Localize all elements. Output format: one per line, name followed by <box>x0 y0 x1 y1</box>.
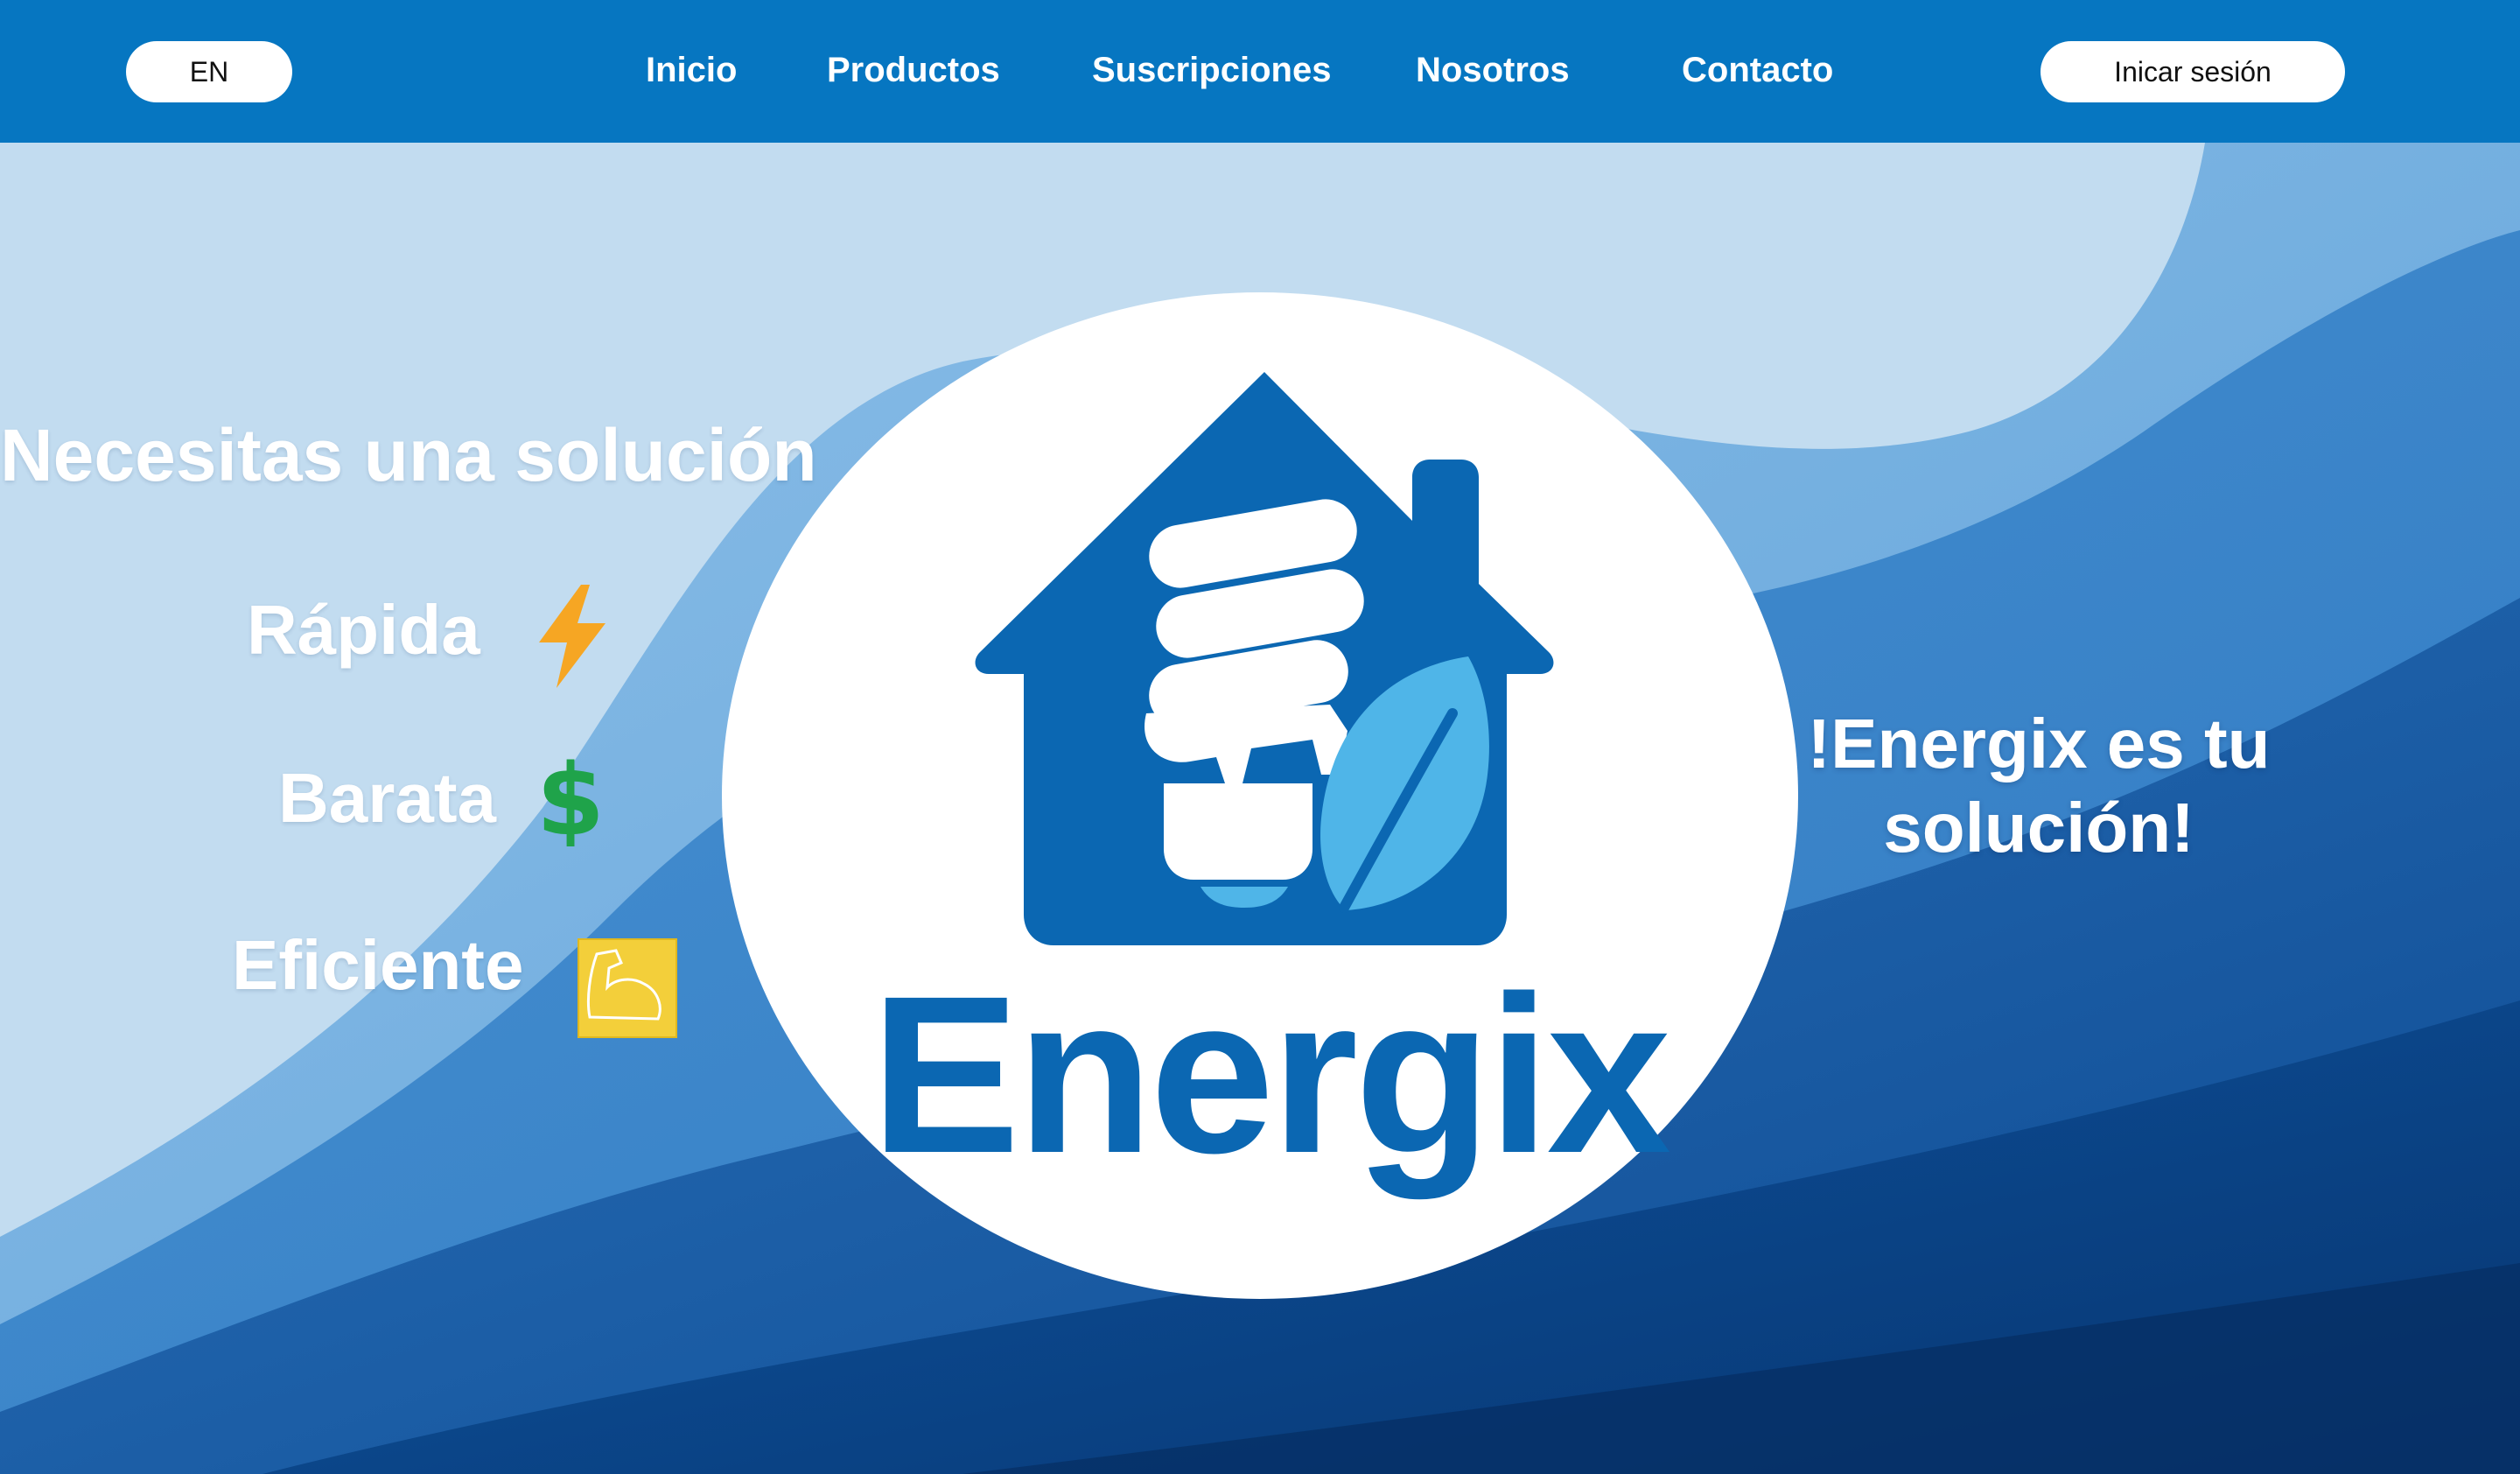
nav-link-contacto[interactable]: Contacto <box>1682 53 1833 88</box>
login-label: Inicar sesión <box>2114 55 2272 88</box>
feature-rapida-label: Rápida <box>247 591 480 669</box>
nav-link-inicio[interactable]: Inicio <box>646 53 737 88</box>
flexed-biceps-icon <box>578 938 677 1038</box>
nav-link-productos[interactable]: Productos <box>827 53 1000 88</box>
feature-barata-label: Barata <box>278 759 497 837</box>
top-navigation-bar: EN Inicio Productos Suscripciones Nosotr… <box>0 0 2520 143</box>
nav-link-suscripciones[interactable]: Suscripciones <box>1092 53 1331 88</box>
feature-eficiente-label: Eficiente <box>232 926 524 1004</box>
login-button[interactable]: Inicar sesión <box>2040 41 2345 102</box>
landing-page: EN Inicio Productos Suscripciones Nosotr… <box>0 0 2520 1474</box>
house-bulb-leaf-logo-icon <box>975 372 1554 945</box>
lightning-icon <box>539 585 606 688</box>
language-label: EN <box>189 55 229 88</box>
svg-text:$: $ <box>536 748 605 846</box>
hero-headline: Necesitas una solución <box>0 414 817 496</box>
language-switch-button[interactable]: EN <box>126 41 292 102</box>
nav-link-nosotros[interactable]: Nosotros <box>1416 53 1570 88</box>
dollar-icon: $ <box>536 748 605 846</box>
hero-tagline: !Energix es tu solución! <box>1807 705 2271 867</box>
logo-wordmark: Energix <box>871 950 1671 1200</box>
